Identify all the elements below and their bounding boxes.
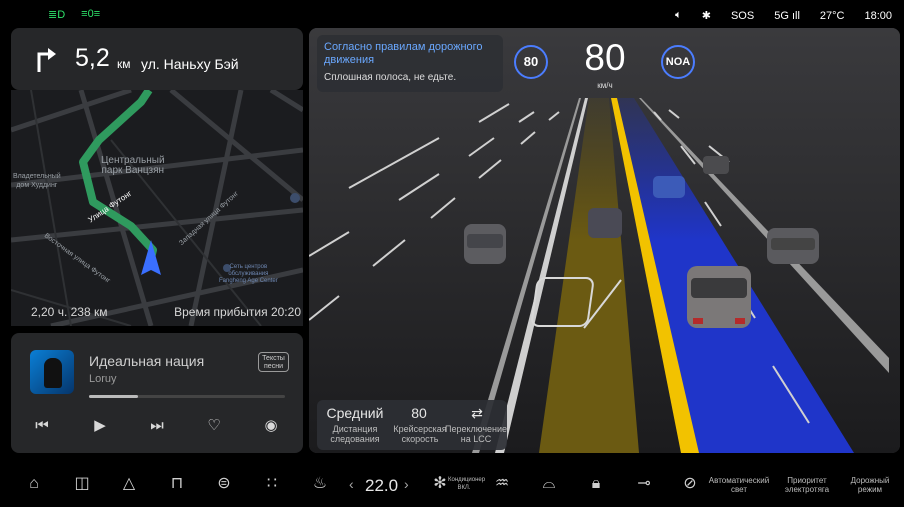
map-label-park: Центральный парк Ванцзян: [101, 155, 165, 176]
headlight-icon: ≣D: [48, 9, 66, 21]
notice-title: Согласно правилам дорожного движения: [324, 41, 483, 66]
ac-status-label: Кондиционер ВКЛ.: [448, 477, 486, 491]
navigation-map[interactable]: Центральный парк Ванцзян Владетельный до…: [11, 90, 303, 326]
driving-visualization: Согласно правилам дорожного движения Спл…: [309, 28, 900, 453]
turn-right-icon: [37, 48, 56, 72]
car-icon[interactable]: ⊓: [165, 472, 189, 496]
temp-up-icon[interactable]: ›: [404, 476, 409, 492]
current-speed: 80: [584, 37, 626, 78]
follow-distance-value[interactable]: Средний: [321, 405, 389, 421]
arrival-time: Время прибытия 20:20: [174, 305, 301, 319]
source-globe-icon[interactable]: ◉: [260, 415, 282, 437]
media-icon[interactable]: ⊜: [212, 472, 236, 496]
follow-distance-label: Дистанция следования: [330, 424, 380, 444]
favorite-heart-icon[interactable]: ♡: [203, 415, 225, 437]
lyrics-button[interactable]: Тексты песни: [258, 352, 289, 372]
remaining-trip: 2,20 ч. 238 км: [31, 305, 108, 319]
acc-settings-panel: Средний Дистанция следования 80 Крейсерс…: [317, 400, 507, 450]
parking-light-icon: ≡0≡: [81, 8, 101, 20]
auto-light-label[interactable]: Автоматический свет: [704, 476, 774, 494]
lcc-switch-icon[interactable]: ⇄: [449, 405, 505, 422]
song-progress[interactable]: [89, 395, 285, 398]
ev-priority-label[interactable]: Приоритет электротяга: [777, 476, 837, 494]
speed-unit: км/ч: [597, 81, 613, 90]
road-mode-label[interactable]: Дорожный режим: [842, 476, 898, 494]
music-player: Идеальная нация Loruy Тексты песни ⏮︎ ▶︎…: [11, 333, 303, 453]
hood-icon[interactable]: ⌓: [537, 472, 561, 496]
seat-heating-icon[interactable]: ♨: [308, 472, 332, 496]
cruise-speed-label: Крейсерская скорость: [393, 424, 447, 444]
home-icon[interactable]: ⌂: [22, 472, 46, 496]
cruise-speed-value[interactable]: 80: [389, 405, 449, 421]
volume-icon[interactable]: 🔈︎: [675, 9, 682, 22]
song-title: Идеальная нация: [89, 353, 205, 369]
bluetooth-icon[interactable]: ✱: [702, 9, 711, 22]
clock: 18:00: [864, 9, 892, 22]
turn-distance: 5,2: [75, 44, 110, 72]
map-label-owner-house: Владетельный дом Худдинг: [13, 173, 61, 189]
map-roads: [11, 90, 303, 326]
outside-temperature: 27°C: [819, 9, 845, 22]
network-indicator: 5G ıll: [774, 9, 800, 22]
auto-light-icon[interactable]: ⊘: [678, 472, 702, 496]
navigation-icon[interactable]: △: [117, 472, 141, 496]
map-label-service: Сеть центров обслуживания Fangheng Age C…: [219, 264, 278, 284]
bottom-dock: ⌂ ◫ △ ⊓ ⊜ ∷ ♨ ‹ 22.0 › ✻ Кондиционер ВКЛ…: [0, 462, 904, 507]
turn-distance-unit: км: [117, 57, 131, 71]
noa-mode-badge[interactable]: NOA: [661, 45, 695, 79]
album-cover[interactable]: [30, 350, 74, 394]
speed-limit-badge: 80: [514, 45, 548, 79]
next-track-icon[interactable]: ⏭︎: [146, 415, 168, 437]
temp-down-icon[interactable]: ‹: [349, 476, 354, 492]
play-icon[interactable]: ▶︎: [89, 415, 111, 437]
song-artist: Loruy: [89, 373, 117, 385]
status-bar: ≣D ≡0≡ 🔈︎ ✱ SOS 5G ıll 27°C 18:00: [0, 0, 904, 30]
split-screen-icon[interactable]: ◫: [70, 472, 94, 496]
notice-text: Сплошная полоса, не едьте.: [324, 72, 457, 83]
next-street: ул. Наньху Бэй: [141, 56, 239, 72]
climate-temperature: 22.0: [365, 476, 399, 495]
apps-grid-icon[interactable]: ∷: [260, 472, 284, 496]
mirror-fold-icon[interactable]: ⊸: [632, 472, 656, 496]
traffic-rule-notice: Согласно правилам дорожного движения Спл…: [317, 35, 503, 92]
rear-defrost-icon[interactable]: ♒: [490, 472, 514, 496]
previous-track-icon[interactable]: ⏮︎: [31, 415, 53, 437]
lock-icon[interactable]: 🔒︎: [584, 472, 608, 496]
lcc-switch-label: Переключение на LCC: [445, 424, 508, 444]
navigation-instruction[interactable]: 5,2 км ул. Наньху Бэй: [11, 28, 303, 90]
sos-button[interactable]: SOS: [731, 10, 754, 22]
